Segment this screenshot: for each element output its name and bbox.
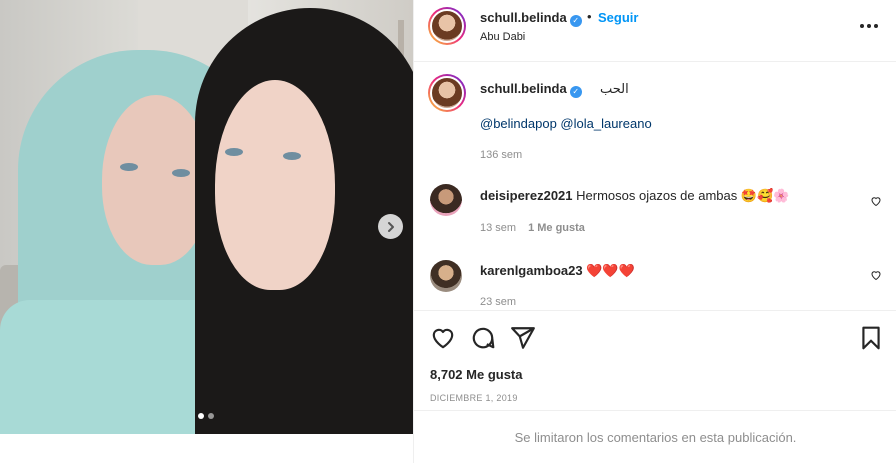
photo-eye [283, 152, 301, 160]
header-separator: • [587, 9, 592, 24]
author-username[interactable]: schull.belinda [480, 10, 567, 25]
author-avatar[interactable] [428, 7, 466, 45]
photo-face-right [215, 80, 335, 290]
photo-face-left [102, 95, 210, 265]
caption-time[interactable]: 136 sem [480, 149, 522, 161]
comment-text-row: karenlgamboa23 ❤️❤️❤️ [480, 263, 635, 279]
comment-like-heart-icon[interactable] [870, 195, 882, 207]
author-username-row[interactable]: schull.belinda ✓ [480, 10, 582, 27]
comment-bubble-icon[interactable] [470, 325, 496, 351]
post-actions: 8,702 Me gusta DICIEMBRE 1, 2019 [414, 310, 896, 410]
chevron-right-icon [387, 221, 394, 232]
caption-username-row[interactable]: schull.belinda ✓ [480, 81, 582, 98]
caption-text: الحب [600, 81, 629, 96]
comment-text: Hermosos ojazos de ambas 🤩🥰🌸 [576, 188, 790, 203]
verified-badge-icon: ✓ [569, 86, 582, 98]
comment-text-row: deisiperez2021 Hermosos ojazos de ambas … [480, 188, 789, 204]
photo-bottom-strip [0, 434, 413, 463]
comment-like-heart-icon[interactable] [870, 269, 882, 281]
post-photo[interactable] [0, 0, 413, 434]
commenter-username[interactable]: karenlgamboa23 [480, 263, 583, 278]
post-header: schull.belinda ✓ • Seguir Abu Dabi [414, 0, 896, 62]
photo-eye [225, 148, 243, 156]
photo-eye [120, 163, 138, 171]
comment-time[interactable]: 13 sem [480, 222, 516, 234]
paper-plane-icon[interactable] [510, 325, 536, 351]
more-options-icon[interactable] [860, 18, 880, 34]
caption-author-avatar[interactable] [428, 74, 466, 112]
likes-count[interactable]: 8,702 Me gusta [430, 367, 523, 382]
carousel-dot [198, 413, 204, 419]
comment-time[interactable]: 23 sem [480, 296, 516, 308]
comments-section[interactable]: schull.belinda ✓ الحب @belindapop @lola_l… [414, 62, 896, 310]
bookmark-icon[interactable] [858, 325, 884, 351]
carousel-dot [208, 413, 214, 419]
comment-meta: 23 sem [480, 296, 516, 308]
comment-text: ❤️❤️❤️ [586, 263, 635, 278]
commenter-username[interactable]: deisiperez2021 [480, 188, 573, 203]
post-date[interactable]: DICIEMBRE 1, 2019 [430, 393, 518, 403]
carousel-dots [198, 413, 214, 419]
photo-eye [172, 169, 190, 177]
comment-likes[interactable]: 1 Me gusta [528, 222, 585, 234]
verified-badge-icon: ✓ [569, 15, 582, 27]
comments-limited-notice: Se limitaron los comentarios en esta pub… [414, 410, 896, 463]
follow-button[interactable]: Seguir [598, 10, 638, 25]
commenter-avatar[interactable] [430, 260, 462, 292]
caption-mentions[interactable]: @belindapop @lola_laureano [480, 116, 652, 131]
carousel-next-button[interactable] [378, 214, 403, 239]
post-location[interactable]: Abu Dabi [480, 31, 525, 43]
comment-meta: 13 sem 1 Me gusta [480, 222, 585, 234]
post-sidebar: schull.belinda ✓ • Seguir Abu Dabi schull… [413, 0, 896, 463]
heart-icon[interactable] [430, 325, 456, 351]
caption-username[interactable]: schull.belinda [480, 81, 567, 96]
commenter-avatar[interactable] [430, 184, 462, 216]
